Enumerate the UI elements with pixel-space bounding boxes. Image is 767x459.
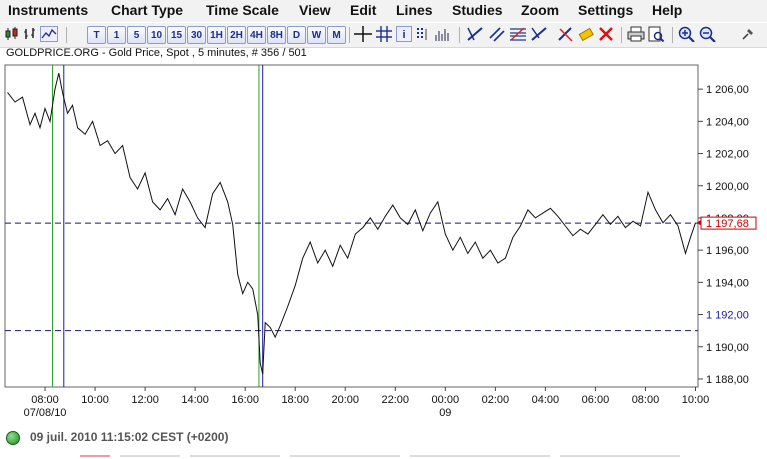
timeframe-1[interactable]: 1: [107, 26, 126, 44]
arrow-line-icon[interactable]: [530, 26, 548, 42]
data-table-icon[interactable]: [415, 26, 431, 42]
timeframe-5[interactable]: 5: [127, 26, 146, 44]
fibonacci-icon[interactable]: [509, 26, 527, 42]
connection-status-icon: [6, 431, 20, 445]
menu-lines[interactable]: Lines: [396, 2, 433, 18]
x-tick-label: 04:00: [532, 394, 560, 406]
y-tick-label: 1 192,00: [706, 310, 749, 322]
menu-zoom[interactable]: Zoom: [521, 2, 559, 18]
timeframe-15[interactable]: 15: [167, 26, 186, 44]
zoom-out-icon[interactable]: [699, 26, 717, 42]
menu-help[interactable]: Help: [652, 2, 682, 18]
x-tick-label: 00:00: [432, 394, 460, 406]
timeframe-2h[interactable]: 2H: [227, 26, 246, 44]
y-tick-label: 1 204,00: [706, 116, 749, 128]
grid-icon[interactable]: [375, 26, 393, 42]
delete-lines-icon[interactable]: [597, 26, 615, 42]
x-tick-label: 12:00: [131, 394, 159, 406]
timeframe-d[interactable]: D: [287, 26, 306, 44]
x-tick-label: 18:00: [281, 394, 309, 406]
erase-line-icon[interactable]: [557, 26, 575, 42]
timeframe-1h[interactable]: 1H: [207, 26, 226, 44]
menu-edit[interactable]: Edit: [350, 2, 376, 18]
eraser-icon[interactable]: [577, 26, 595, 42]
timeframe-8h[interactable]: 8H: [267, 26, 286, 44]
status-timestamp: 09 juil. 2010 11:15:02 CEST (+0200): [30, 430, 229, 444]
menu-bar: Instruments Chart Type Time Scale View E…: [0, 0, 767, 22]
pin-icon[interactable]: [740, 26, 756, 42]
timeframe-m[interactable]: M: [327, 26, 346, 44]
y-tick-label: 1 188,00: [706, 374, 749, 386]
chart-info: GOLDPRICE.ORG - Gold Price, Spot , 5 min…: [6, 47, 307, 59]
x-date-label: 09: [439, 407, 451, 419]
menu-instruments[interactable]: Instruments: [8, 2, 88, 18]
x-tick-label: 16:00: [231, 394, 259, 406]
y-tick-label: 1 190,00: [706, 342, 749, 354]
timeframe-30[interactable]: 30: [187, 26, 206, 44]
toolbar-separator: [349, 27, 350, 43]
zoom-in-icon[interactable]: [678, 26, 696, 42]
x-tick-label: 08:00: [31, 394, 59, 406]
price-chart[interactable]: 1 188,00 1 190,00 1 192,00 1 194,00 1 196,00…: [0, 60, 767, 420]
y-tick-label: 1 200,00: [706, 181, 749, 193]
y-tick-label: 1 206,00: [706, 84, 749, 96]
x-tick-label: 10:00: [682, 394, 710, 406]
x-tick-label: 22:00: [382, 394, 410, 406]
x-tick-label: 10:00: [81, 394, 109, 406]
menu-studies[interactable]: Studies: [452, 2, 503, 18]
timeframe-10[interactable]: 10: [147, 26, 166, 44]
timeframe-t[interactable]: T: [87, 26, 106, 44]
timeframe-w[interactable]: W: [307, 26, 326, 44]
x-tick-label: 20:00: [331, 394, 359, 406]
timeframe-4h[interactable]: 4H: [247, 26, 266, 44]
toolbar-separator: [672, 27, 673, 43]
info-icon[interactable]: i: [396, 26, 412, 42]
scrolling-ticker-strip: [80, 455, 680, 457]
volume-icon[interactable]: [434, 26, 452, 42]
x-tick-label: 02:00: [482, 394, 510, 406]
bar-chart-icon[interactable]: [22, 26, 38, 42]
print-preview-icon[interactable]: [647, 26, 665, 42]
channel-icon[interactable]: [488, 26, 506, 42]
menu-time-scale[interactable]: Time Scale: [206, 2, 279, 18]
candlestick-icon[interactable]: [4, 26, 20, 42]
x-tick-label: 08:00: [632, 394, 660, 406]
toolbar: T 1 5 10 15 30 1H 2H 4H 8H D W M i: [0, 23, 767, 48]
print-icon[interactable]: [627, 26, 645, 42]
x-tick-label: 06:00: [582, 394, 610, 406]
menu-view[interactable]: View: [299, 2, 331, 18]
crosshair-icon[interactable]: [354, 26, 372, 42]
x-date-label: 07/08/10: [24, 407, 67, 419]
y-tick-label: 1 194,00: [706, 277, 749, 289]
current-price-label: 1 197,68: [706, 218, 749, 230]
svg-text:i: i: [402, 29, 405, 41]
menu-settings[interactable]: Settings: [578, 2, 633, 18]
line-chart-icon[interactable]: [40, 26, 58, 42]
menu-chart-type[interactable]: Chart Type: [111, 2, 183, 18]
y-tick-label: 1 202,00: [706, 149, 749, 161]
y-tick-label: 1 196,00: [706, 245, 749, 257]
toolbar-separator: [621, 27, 622, 43]
toolbar-separator: [66, 27, 67, 43]
trend-line-icon[interactable]: [466, 26, 484, 42]
toolbar-separator: [459, 27, 460, 43]
x-tick-label: 14:00: [181, 394, 209, 406]
